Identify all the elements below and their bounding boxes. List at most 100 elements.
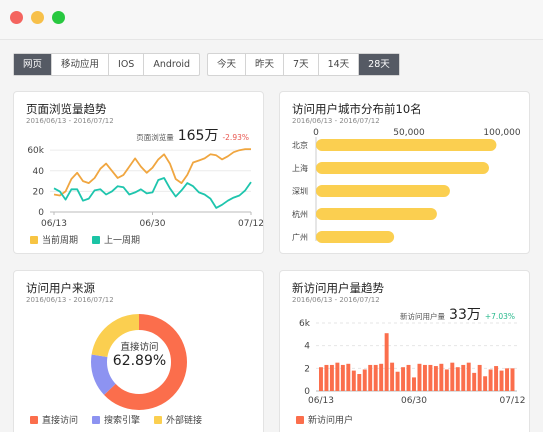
bar xyxy=(488,369,493,391)
bar xyxy=(483,376,488,391)
range-option-0-button[interactable]: 今天 xyxy=(208,54,247,75)
bar xyxy=(362,369,367,391)
bar xyxy=(505,368,509,391)
legend-item[interactable]: 外部链接 xyxy=(154,413,202,426)
legend-item[interactable]: 新访问用户 xyxy=(296,413,353,426)
range-option-3-button[interactable]: 14天 xyxy=(319,54,360,75)
pageviews-line-chart: 0 20 40 60k 06/13 06/30 07/12 xyxy=(27,146,264,228)
x-tick-label: 06/13 xyxy=(308,396,334,406)
legend-swatch xyxy=(30,235,38,244)
bar xyxy=(379,363,384,391)
bar xyxy=(368,364,373,391)
platform-option-1-button[interactable]: 移动应用 xyxy=(52,54,110,75)
cities-card: 访问用户城市分布前10名 2016/06/13 - 2016/07/12 0 50… xyxy=(279,91,530,254)
bar xyxy=(346,363,351,391)
bar xyxy=(455,367,460,391)
range-option-4-button[interactable]: 28天 xyxy=(359,54,399,75)
x-tick-label: 07/12 xyxy=(500,396,526,406)
legend-item[interactable]: 搜索引擎 xyxy=(92,413,140,426)
window-titlebar xyxy=(0,0,543,40)
y-tick-label: 2 xyxy=(304,364,310,374)
bar xyxy=(316,185,450,197)
category-label: 杭州 xyxy=(292,209,308,219)
platform-option-3-button[interactable]: Android xyxy=(144,54,199,75)
bar xyxy=(395,371,400,391)
platform-option-0-button[interactable]: 网页 xyxy=(14,54,53,75)
series-line xyxy=(53,177,252,209)
bar xyxy=(422,364,427,391)
bar xyxy=(324,364,329,391)
newusers-card: 新访问用户量趋势 2016/06/13 - 2016/07/12 新访问用户量 … xyxy=(279,270,530,432)
y-tick-label: 20 xyxy=(33,187,45,197)
bar xyxy=(316,139,497,151)
bar xyxy=(439,363,444,391)
bar xyxy=(329,364,334,391)
bar xyxy=(494,366,499,391)
bar xyxy=(390,362,395,391)
x-tick-label: 06/13 xyxy=(41,219,67,228)
platform-filter: 网页 移动应用 IOS Android xyxy=(13,53,201,76)
maximize-window-button[interactable] xyxy=(52,11,65,24)
bar xyxy=(319,367,323,391)
bar xyxy=(316,231,395,243)
legend-item[interactable]: 上一周期 xyxy=(92,233,140,246)
bar xyxy=(510,368,515,391)
bar xyxy=(466,362,471,391)
x-tick-label: 06/30 xyxy=(140,219,166,228)
category-label: 广州 xyxy=(292,232,308,242)
sources-card: 访问用户来源 2016/06/13 - 2016/07/12 直接访问 62.8… xyxy=(13,270,264,432)
cities-bar-chart: 0 50,000 100,000 北京上海深圳杭州广州 xyxy=(292,128,521,243)
platform-option-2-button[interactable]: IOS xyxy=(109,54,145,75)
legend-label: 直接访问 xyxy=(42,416,79,426)
date-range-filter: 今天 昨天 7天 14天 28天 xyxy=(207,53,400,76)
bar xyxy=(316,208,437,220)
bar xyxy=(335,362,340,391)
legend-swatch xyxy=(92,235,101,244)
minimize-window-button[interactable] xyxy=(31,11,44,24)
bar xyxy=(401,367,406,391)
legend-swatch xyxy=(30,415,38,424)
bar xyxy=(477,364,482,391)
card-title: 访问用户来源 xyxy=(26,281,95,295)
range-option-2-button[interactable]: 7天 xyxy=(284,54,319,75)
card-date-range: 2016/06/13 - 2016/07/12 xyxy=(292,117,380,125)
bar xyxy=(499,370,504,391)
x-tick-label: 50,000 xyxy=(393,128,425,138)
y-tick-label: 4 xyxy=(304,342,310,352)
card-title: 页面浏览量趋势 xyxy=(26,102,107,116)
bar xyxy=(316,162,489,174)
legend-swatch xyxy=(154,415,163,424)
series-line xyxy=(53,148,251,197)
y-tick-label: 6k xyxy=(299,319,311,329)
legend-label: 新访问用户 xyxy=(308,416,354,426)
bar xyxy=(384,333,389,391)
donut-center-value: 62.89% xyxy=(112,353,167,369)
bar xyxy=(373,364,378,391)
legend-item[interactable]: 直接访问 xyxy=(30,413,78,426)
y-tick-label: 40 xyxy=(33,167,45,177)
card-date-range: 2016/06/13 - 2016/07/12 xyxy=(26,117,114,125)
bar xyxy=(351,370,356,391)
card-date-range: 2016/06/13 - 2016/07/12 xyxy=(26,296,114,304)
category-label: 北京 xyxy=(292,140,308,150)
close-window-button[interactable] xyxy=(10,11,23,24)
bar xyxy=(433,366,438,391)
legend-label: 外部链接 xyxy=(166,416,203,426)
bar xyxy=(472,372,477,391)
y-tick-label: 60k xyxy=(27,146,44,156)
y-tick-label: 0 xyxy=(38,208,44,218)
legend-label: 搜索引擎 xyxy=(104,416,141,426)
bar xyxy=(340,364,345,391)
bar xyxy=(357,374,362,391)
range-option-1-button[interactable]: 昨天 xyxy=(246,54,285,75)
bar xyxy=(406,364,411,391)
legend-swatch xyxy=(296,415,304,424)
x-tick-label: 06/30 xyxy=(401,396,427,406)
legend-item[interactable]: 当前周期 xyxy=(30,233,78,246)
newusers-bar-chart: 0246k06/13 06/30 07/12 xyxy=(299,319,526,406)
bar xyxy=(450,362,455,391)
donut-center-label: 直接访问 xyxy=(120,342,159,353)
bar xyxy=(417,363,422,391)
pageviews-legend: 当前周期 上一周期 xyxy=(30,233,140,246)
x-tick-label: 100,000 xyxy=(483,128,520,138)
